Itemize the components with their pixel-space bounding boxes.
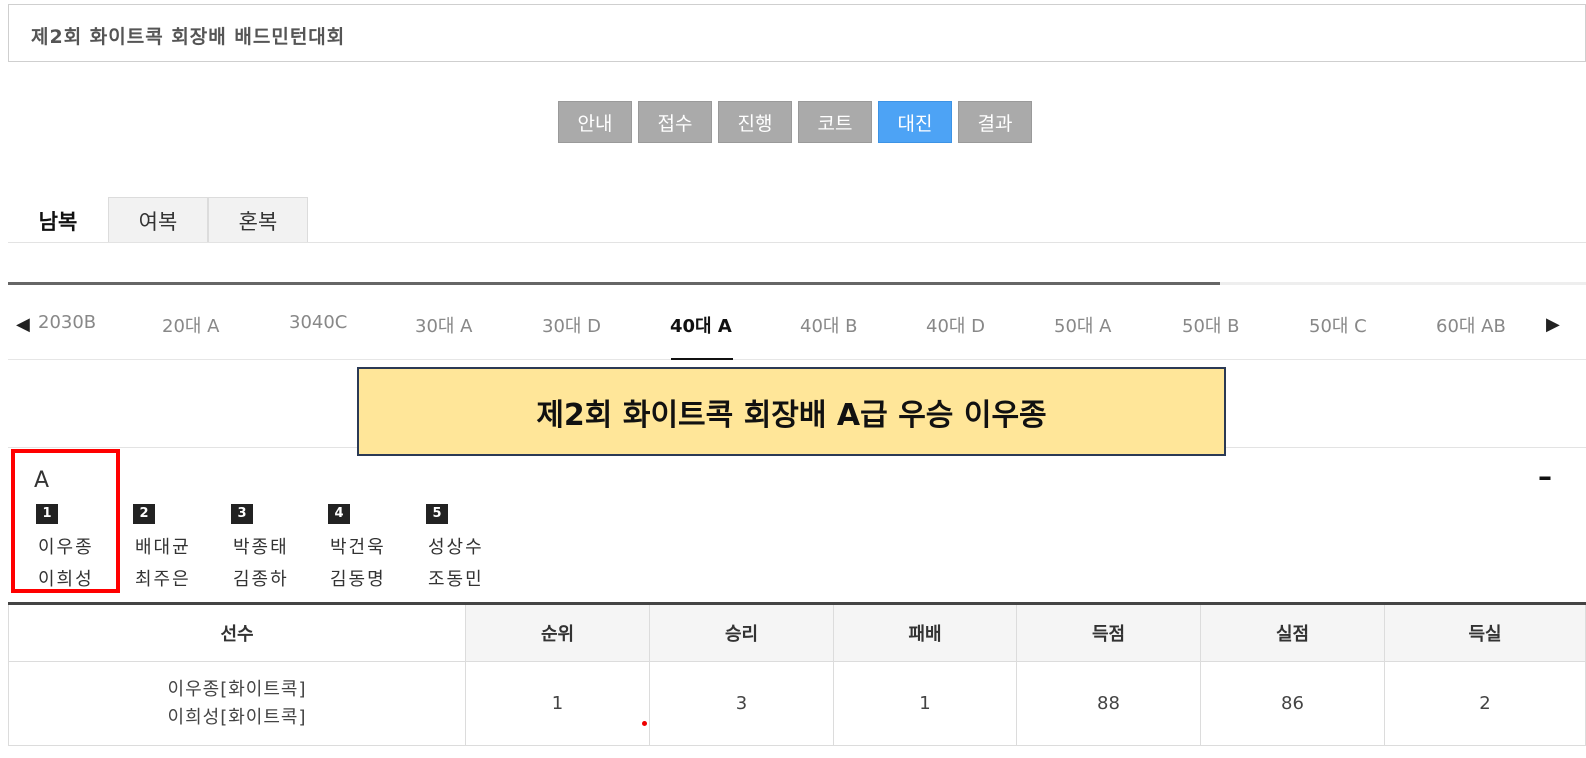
category-item[interactable]: 20대 A [162,312,220,338]
winner-highlight-box [11,449,120,593]
column-header-points-for: 득점 [1016,603,1201,662]
team-entry: 5 성상수 조동민 [426,502,506,596]
triangle-left-icon[interactable]: ◀ [16,314,30,335]
category-item[interactable]: 30대 A [415,312,473,338]
category-item-active[interactable]: 40대 A [670,312,732,338]
category-item[interactable]: 60대 AB [1436,312,1506,338]
menu-info-button[interactable]: 안내 [558,101,632,143]
player-name: 성상수 [428,537,484,558]
column-header-wins: 승리 [649,603,834,662]
wins-cell: 3 [649,661,834,746]
player-name: 김종하 [233,569,289,590]
red-dot-marker [642,721,647,726]
team-entry: 4 박건욱 김동명 [328,502,408,596]
team-entry: 3 박종태 김종하 [231,502,311,596]
standings-table: 선수 순위 승리 패배 득점 실점 득실 이우종[화이트콕] 이희성[화이트콕]… [8,602,1586,746]
category-item[interactable]: 3040C [289,312,347,333]
menu-progress-button[interactable]: 진행 [718,101,792,143]
player-cell: 이우종[화이트콕] 이희성[화이트콕] [8,661,466,746]
player-name: 이희성[화이트콕] [167,706,307,728]
category-item[interactable]: 40대 B [800,312,858,338]
tab-mixed-doubles[interactable]: 혼복 [208,197,308,243]
column-header-points-against: 실점 [1200,603,1385,662]
points-against-cell: 86 [1200,661,1385,746]
rank-cell: 1 [465,661,650,746]
category-item[interactable]: 50대 C [1309,312,1367,338]
winner-banner: 제2회 화이트콕 회장배 A급 우승 이우종 [357,367,1226,456]
group-panel: A – 1 이우종 이희성 2 배대균 최주은 3 박종태 김종하 4 박건욱 … [8,447,1586,604]
player-name: 박건욱 [330,537,386,558]
menu-bracket-button[interactable]: 대진 [878,101,952,143]
event-tabs: 남복 여복 혼복 [8,197,308,243]
table-header-row: 선수 순위 승리 패배 득점 실점 득실 [8,603,1586,662]
active-category-underline [671,358,733,360]
category-scrollbar-thumb[interactable] [8,282,1220,285]
main-menu: 안내 접수 진행 코트 대진 결과 [558,101,1032,143]
diff-cell: 2 [1384,661,1586,746]
points-for-cell: 88 [1016,661,1201,746]
rank-badge: 4 [328,504,350,524]
column-header-losses: 패배 [833,603,1017,662]
tab-mens-doubles[interactable]: 남복 [8,197,108,243]
category-item[interactable]: 30대 D [542,312,601,338]
rank-badge: 2 [133,504,155,524]
column-header-diff: 득실 [1384,603,1586,662]
winner-banner-text: 제2회 화이트콕 회장배 A급 우승 이우종 [536,397,1047,433]
team-entry: 2 배대균 최주은 [133,502,213,596]
title-bar: 제2회 화이트콕 회장배 배드민턴대회 [8,4,1586,62]
category-item[interactable]: 50대 A [1054,312,1112,338]
player-name: 김동명 [330,569,386,590]
menu-register-button[interactable]: 접수 [638,101,712,143]
table-row: 이우종[화이트콕] 이희성[화이트콕] 1 3 1 88 86 2 [8,661,1586,746]
rank-badge: 3 [231,504,253,524]
category-bar: ◀ 2030B 20대 A 3040C 30대 A 30대 D 40대 A 40… [8,300,1586,360]
column-header-rank: 순위 [465,603,650,662]
player-name: 최주은 [135,569,191,590]
menu-result-button[interactable]: 결과 [958,101,1032,143]
losses-cell: 1 [833,661,1017,746]
category-item[interactable]: 50대 B [1182,312,1240,338]
player-name: 배대균 [135,537,191,558]
collapse-icon[interactable]: – [1538,460,1552,493]
triangle-right-icon[interactable]: ▶ [1546,314,1560,335]
category-item[interactable]: 2030B [38,312,96,333]
column-header-player: 선수 [8,603,466,662]
player-name: 조동민 [428,569,484,590]
tab-womens-doubles[interactable]: 여복 [108,197,208,243]
player-name: 박종태 [233,537,289,558]
category-item[interactable]: 40대 D [926,312,985,338]
rank-badge: 5 [426,504,448,524]
menu-court-button[interactable]: 코트 [798,101,872,143]
page-title: 제2회 화이트콕 회장배 배드민턴대회 [31,26,346,48]
tabs-divider [8,242,1586,243]
player-name: 이우종[화이트콕] [167,678,307,700]
